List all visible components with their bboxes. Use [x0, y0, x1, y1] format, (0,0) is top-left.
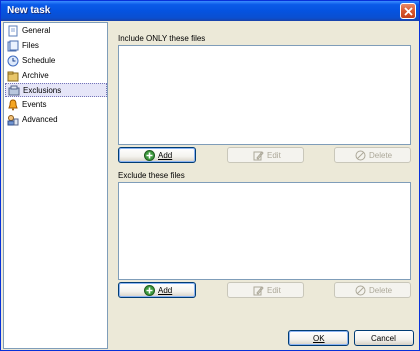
edit-button-label: Edit [267, 151, 281, 160]
sidebar-item-label: Archive [22, 71, 49, 80]
add-icon [144, 150, 155, 161]
sidebar-item-label: Schedule [22, 56, 56, 65]
title-bar[interactable]: New task [1, 1, 419, 21]
exclude-add-button[interactable]: Add [118, 282, 196, 298]
sidebar-item-label: General [22, 26, 51, 35]
cancel-button-label: Cancel [371, 334, 396, 343]
delete-button-label: Delete [369, 151, 393, 160]
ok-button[interactable]: OK [288, 330, 349, 346]
exclude-files-list[interactable] [118, 182, 411, 280]
include-delete-button[interactable]: Delete [334, 147, 411, 163]
exclude-files-label: Exclude these files [118, 171, 185, 180]
delete-button-label: Delete [369, 286, 393, 295]
close-icon [404, 7, 413, 16]
include-edit-button[interactable]: Edit [227, 147, 304, 163]
advanced-icon [7, 115, 19, 126]
delete-icon [355, 285, 366, 296]
sidebar-item-label: Advanced [22, 115, 58, 124]
sidebar-item-label: Files [22, 41, 39, 50]
include-files-list[interactable] [118, 45, 411, 145]
edit-icon [253, 151, 264, 161]
edit-icon [253, 286, 264, 296]
sidebar-item-label: Exclusions [23, 86, 62, 95]
sidebar-item-schedule[interactable]: Schedule [5, 54, 107, 68]
sidebar-item-general[interactable]: General [5, 24, 107, 38]
ok-button-label: OK [313, 334, 325, 343]
window-title: New task [7, 5, 51, 16]
add-icon [144, 285, 155, 296]
general-icon [8, 25, 18, 37]
close-button[interactable] [400, 3, 416, 19]
sidebar-item-events[interactable]: Events [5, 98, 107, 112]
new-task-dialog: New task General Files Schedule Archive … [0, 0, 420, 351]
edit-button-label: Edit [267, 286, 281, 295]
files-icon [7, 40, 19, 52]
events-icon [8, 99, 18, 111]
sidebar-item-files[interactable]: Files [5, 39, 107, 53]
sidebar-item-exclusions[interactable]: Exclusions [5, 83, 107, 97]
delete-icon [355, 150, 366, 161]
cancel-button[interactable]: Cancel [354, 330, 414, 346]
include-add-button[interactable]: Add [118, 147, 196, 163]
sidebar-item-archive[interactable]: Archive [5, 69, 107, 83]
schedule-icon [7, 55, 19, 67]
exclusions-icon [8, 85, 20, 96]
sidebar: General Files Schedule Archive Exclusion… [3, 22, 108, 349]
include-files-label: Include ONLY these files [118, 34, 206, 43]
sidebar-item-advanced[interactable]: Advanced [5, 113, 107, 127]
exclude-edit-button[interactable]: Edit [227, 282, 304, 298]
sidebar-item-label: Events [22, 100, 47, 109]
add-button-label: Add [158, 151, 173, 160]
archive-icon [7, 71, 19, 82]
add-button-label: Add [158, 286, 173, 295]
exclude-delete-button[interactable]: Delete [334, 282, 411, 298]
